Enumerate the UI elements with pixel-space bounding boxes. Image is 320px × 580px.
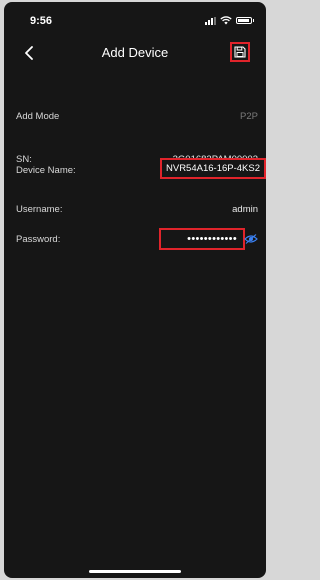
battery-icon [236,17,254,24]
add-mode-row[interactable]: Add Mode P2P [4,105,266,127]
username-row[interactable]: Username: admin [4,198,266,220]
save-icon [234,46,246,58]
password-input[interactable]: •••••••••••• [159,228,245,250]
save-button[interactable] [230,42,250,62]
add-mode-value: P2P [240,110,258,122]
password-row[interactable]: Password: •••••••••••• [4,228,266,250]
device-name-label: Device Name: [16,164,76,176]
device-name-field-row[interactable]: Device Name: NVR54A16-16P-4KS2 [4,158,266,181]
status-time: 9:56 [30,15,53,27]
home-indicator[interactable] [89,570,181,573]
eye-icon[interactable] [244,233,258,245]
phone-screen: 9:56 Add Device Add Mode P2P SN: Device … [4,2,266,578]
username-label: Username: [16,203,63,215]
add-mode-label: Add Mode [16,110,60,122]
device-name-input[interactable]: NVR54A16-16P-4KS2 [160,158,266,179]
status-bar: 9:56 [4,2,266,34]
password-value: •••••••••••• [187,233,237,245]
page-title: Add Device [101,45,169,60]
status-icons [205,16,254,25]
password-label: Password: [16,233,61,245]
wifi-icon [220,16,232,25]
signal-icon [205,16,216,25]
nav-bar: Add Device [4,34,266,72]
device-name-value: NVR54A16-16P-4KS2 [166,163,260,174]
username-value: admin [232,203,258,215]
